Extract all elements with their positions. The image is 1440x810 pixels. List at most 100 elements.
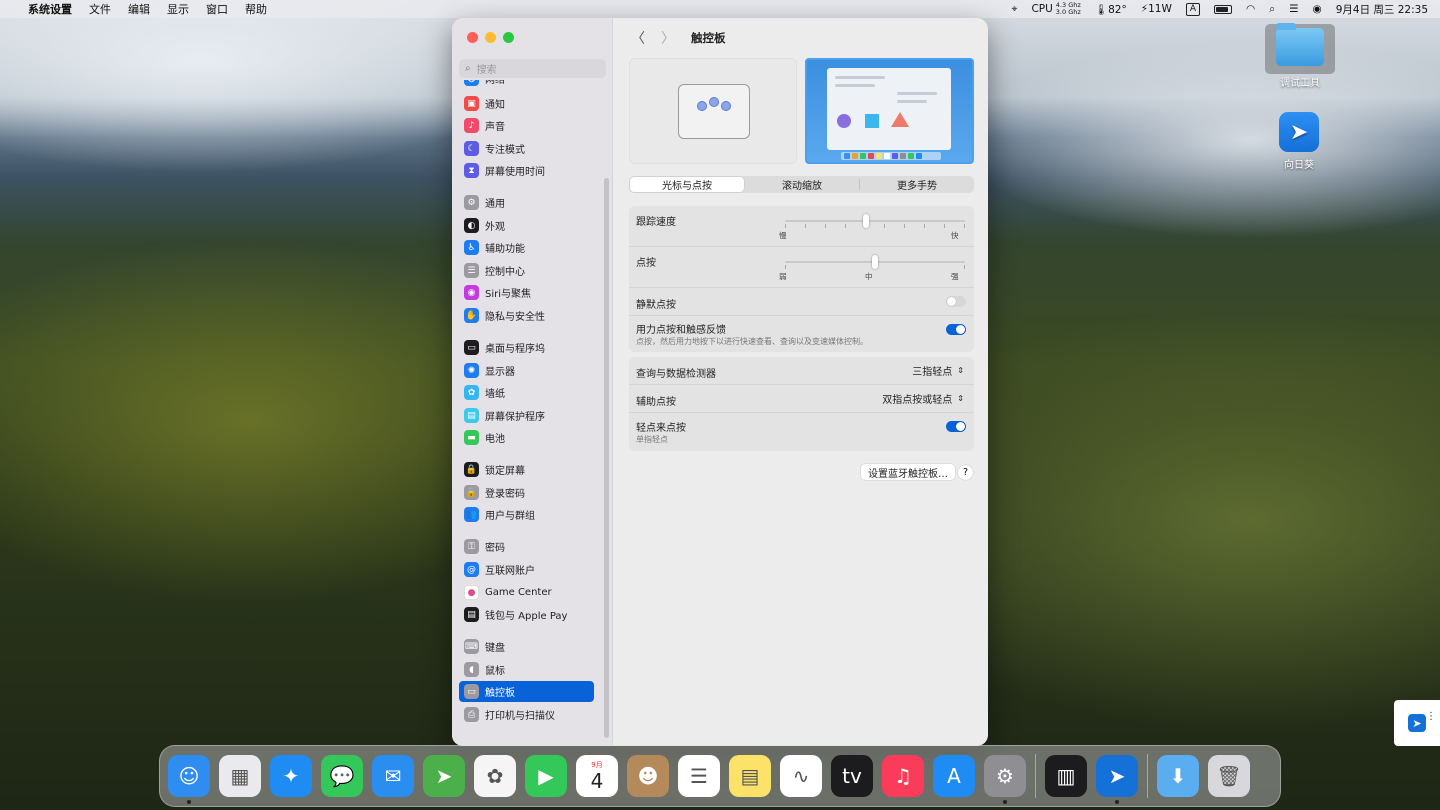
forward-button[interactable]: 〉 [661, 28, 675, 48]
sidebar-item[interactable]: 🔒 锁定屏幕 [459, 459, 594, 480]
sidebar-item[interactable]: ◍ 网络 [459, 80, 594, 89]
mail-icon[interactable]: ✉ [372, 755, 414, 797]
tracking-speed-slider[interactable] [785, 214, 965, 228]
tap-to-click-toggle[interactable] [946, 421, 966, 432]
control-center-icon[interactable]: ☰ [1289, 3, 1298, 15]
battery-icon[interactable] [1214, 4, 1233, 14]
messages-icon[interactable]: 💬 [321, 755, 363, 797]
sidebar-item[interactable]: ◐ 外观 [459, 215, 594, 236]
sidebar-item[interactable]: 🔒 登录密码 [459, 482, 594, 503]
dock: ☺ ▦ ✦ 💬 ✉ ➤ ✿ ▶ 9月 4 ☻ ☰ ▤ ∿ tv ♫ A ⚙ ▥ ➤ ⬇ 🗑 [159, 745, 1281, 807]
sidebar-item-icon: ◖ [464, 662, 479, 677]
slider-knob[interactable] [872, 255, 878, 269]
slider-tick [904, 224, 905, 228]
sidebar-list: ◍ 网络 ▣ 通知 ♪ 声音 ☾ 专注模式 ⧗ 屏幕使用时间 ⚙ 通用 ◐ 外观 ♿ 辅助功能 ☰ 控制中心 ◉ Si… [452, 80, 613, 746]
sidebar-item-icon: ◉ [464, 285, 479, 300]
freeform-icon[interactable]: ∿ [780, 755, 822, 797]
sidebar-item[interactable]: ▭ 桌面与程序坞 [459, 337, 594, 358]
click-pressure-slider[interactable] [785, 255, 965, 269]
sunflower-icon[interactable]: ➤ [1096, 755, 1138, 804]
notes-icon[interactable]: ▤ [729, 755, 771, 797]
facetime-icon[interactable]: ▶ [525, 755, 567, 797]
close-window-button[interactable] [467, 32, 478, 43]
secondary-click-popup[interactable]: 双指点按或轻点 ⇕ [882, 385, 964, 412]
cursor-status-icon[interactable]: ⌖ [1012, 3, 1018, 16]
sidebar-item[interactable]: ✋ 隐私与安全性 [459, 305, 594, 326]
tab-scroll-zoom[interactable]: 滚动缩放 [745, 176, 859, 193]
power-status[interactable]: ⚡11W [1141, 3, 1172, 15]
sidebar-item[interactable]: @ 互联网账户 [459, 559, 594, 580]
activity-monitor-icon[interactable]: ▥ [1045, 755, 1087, 797]
sidebar-item[interactable]: ◉ Siri与聚焦 [459, 282, 594, 303]
slider-knob[interactable] [863, 214, 869, 228]
page-title: 触控板 [691, 31, 726, 45]
bluetooth-trackpad-button[interactable]: 设置蓝牙触控板… [861, 464, 955, 480]
more-options-icon[interactable]: ⋮ [1426, 712, 1436, 722]
back-button[interactable]: 〈 [631, 28, 645, 48]
sidebar-item-icon: ✿ [464, 385, 479, 400]
sidebar-item[interactable]: ▣ 通知 [459, 93, 594, 114]
menu-window[interactable]: 窗口 [206, 1, 228, 17]
sidebar-item[interactable]: ✿ 墙纸 [459, 382, 594, 403]
system-settings-icon[interactable]: ⚙ [984, 755, 1026, 804]
minimize-window-button[interactable] [485, 32, 496, 43]
calendar-icon[interactable]: 9月 4 [576, 755, 618, 797]
clock[interactable]: 9月4日 周三 22:35 [1336, 2, 1428, 17]
sidebar-item-label: 通用 [485, 199, 505, 210]
menu-help[interactable]: 帮助 [245, 1, 267, 17]
menu-file[interactable]: 文件 [89, 1, 111, 17]
sidebar-item[interactable]: ⎙ 打印机与扫描仪 [459, 704, 594, 725]
lookup-popup[interactable]: 三指轻点 ⇕ [912, 357, 964, 384]
downloads-folder-icon[interactable]: ⬇ [1157, 755, 1199, 797]
sidebar-item[interactable]: ⚙ 通用 [459, 192, 594, 213]
help-button[interactable]: ? [958, 465, 973, 480]
music-icon[interactable]: ♫ [882, 755, 924, 797]
sidebar-item[interactable]: ⧗ 屏幕使用时间 [459, 160, 594, 181]
desktop-app-sunflower[interactable]: ➤ 向日葵 [1264, 112, 1334, 171]
tab-point-and-click[interactable]: 光标与点按 [630, 177, 744, 192]
sidebar-item[interactable]: ☾ 专注模式 [459, 138, 594, 159]
photos-icon[interactable]: ✿ [474, 755, 516, 797]
silent-click-toggle[interactable] [946, 296, 966, 307]
contacts-icon[interactable]: ☻ [627, 755, 669, 797]
apple-tv-icon[interactable]: tv [831, 755, 873, 797]
sidebar-item[interactable]: ● Game Center [459, 582, 594, 603]
sidebar-scrollbar[interactable] [604, 178, 609, 738]
sunflower-side-widget[interactable]: ➤ ⋮ [1394, 700, 1440, 746]
dock-separator [1147, 754, 1148, 798]
temperature-status[interactable]: 🌡82° [1095, 3, 1127, 16]
sidebar-item[interactable]: ♿ 辅助功能 [459, 237, 594, 258]
app-store-icon[interactable]: A [933, 755, 975, 797]
cpu-status[interactable]: CPU 4.3 Ghz 3.0 Ghz [1031, 2, 1080, 16]
sidebar-item[interactable]: ▭ 触控板 [459, 681, 594, 702]
sidebar-item[interactable]: ▤ 钱包与 Apple Pay [459, 604, 594, 625]
desktop-folder-debug-tools[interactable]: 调试工具 [1265, 23, 1335, 89]
reminders-icon[interactable]: ☰ [678, 755, 720, 797]
sidebar-item[interactable]: ⚿ 密码 [459, 536, 594, 557]
sidebar-item[interactable]: ☰ 控制中心 [459, 260, 594, 281]
force-click-toggle[interactable] [946, 324, 966, 335]
sidebar-item[interactable]: ⌨ 键盘 [459, 636, 594, 657]
tab-more-gestures[interactable]: 更多手势 [860, 176, 974, 193]
sidebar-item[interactable]: ▬ 电池 [459, 427, 594, 448]
sidebar-item[interactable]: ◖ 鼠标 [459, 659, 594, 680]
menu-view[interactable]: 显示 [167, 1, 189, 17]
safari-icon[interactable]: ✦ [270, 755, 312, 797]
zoom-window-button[interactable] [503, 32, 514, 43]
app-menu[interactable]: 系统设置 [28, 1, 72, 17]
wifi-icon[interactable]: ◠ [1246, 3, 1255, 15]
sidebar-item[interactable]: 👥 用户与群组 [459, 504, 594, 525]
siri-icon[interactable]: ◉ [1313, 3, 1322, 15]
maps-icon[interactable]: ➤ [423, 755, 465, 797]
sidebar-item[interactable]: ✺ 显示器 [459, 360, 594, 381]
sidebar-item[interactable]: ♪ 声音 [459, 115, 594, 136]
menu-edit[interactable]: 编辑 [128, 1, 150, 17]
launchpad-icon[interactable]: ▦ [219, 755, 261, 797]
finder-icon[interactable]: ☺ [168, 755, 210, 804]
slider-tick [964, 224, 965, 228]
search-input[interactable]: ⌕ 搜索 [459, 59, 606, 78]
input-method-indicator[interactable]: A [1185, 2, 1201, 16]
sidebar-item[interactable]: ▤ 屏幕保护程序 [459, 405, 594, 426]
spotlight-search-icon[interactable]: ⌕ [1269, 3, 1275, 16]
trash-icon[interactable]: 🗑 [1208, 755, 1250, 797]
